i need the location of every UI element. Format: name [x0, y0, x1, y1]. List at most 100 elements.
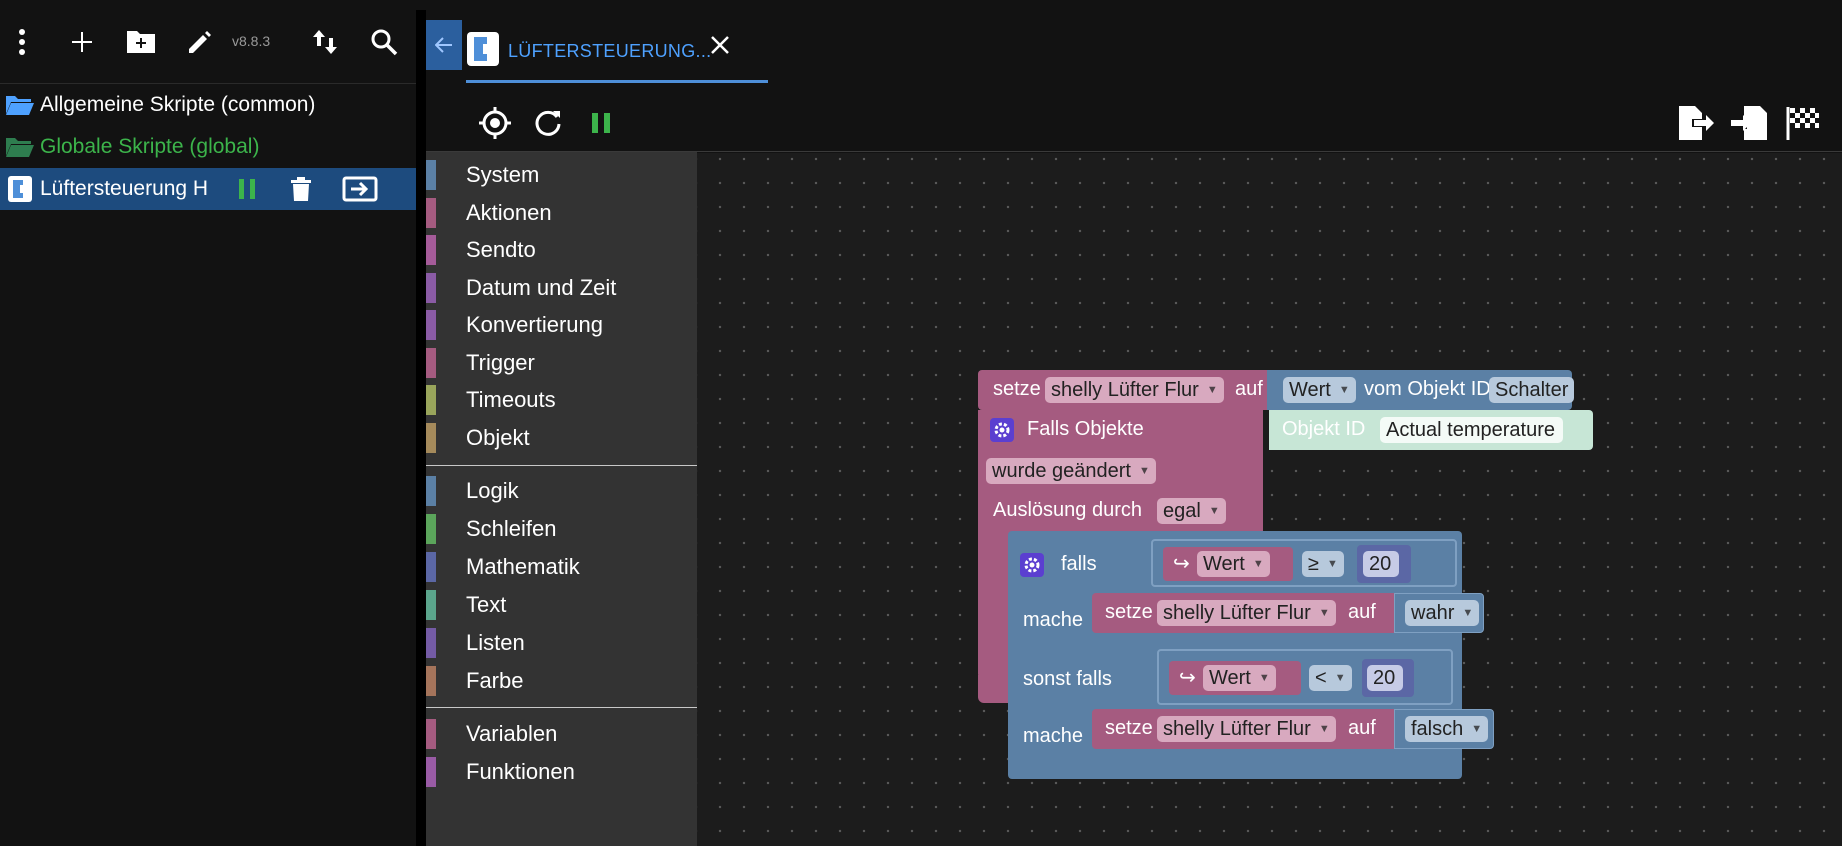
category-timeouts[interactable]: Timeouts: [426, 383, 697, 417]
import-blocks-icon[interactable]: [1730, 104, 1768, 142]
category-farbe[interactable]: Farbe: [426, 664, 697, 698]
category-aktionen[interactable]: Aktionen: [426, 196, 697, 230]
add-icon[interactable]: [62, 22, 102, 62]
category-logik[interactable]: Logik: [426, 474, 697, 508]
dropdown-value: wurde geändert: [992, 459, 1131, 482]
folder-open-icon: [4, 91, 36, 119]
category-mathematik[interactable]: Mathematik: [426, 550, 697, 584]
dropdown-arrow-icon: ▼: [1258, 672, 1270, 684]
export-icon[interactable]: [342, 174, 378, 204]
toolbox-separator: [426, 465, 697, 466]
category-listen[interactable]: Listen: [426, 626, 697, 660]
category-color: [426, 160, 436, 190]
category-label: Sendto: [466, 237, 536, 262]
variable-dropdown[interactable]: shelly Lüfter Flur ▼: [1045, 377, 1224, 403]
toolbox-separator: [426, 707, 697, 708]
category-objekt[interactable]: Objekt: [426, 421, 697, 455]
editor-main: LÜFTERSTEUERUNG... System Aktionen Sendt…: [426, 0, 1842, 846]
variable-dropdown[interactable]: shelly Lüfter Flur ▼: [1157, 716, 1336, 742]
dropdown-arrow-icon: ▼: [1318, 607, 1330, 619]
block-text: auf: [1348, 601, 1376, 623]
category-funktionen[interactable]: Funktionen: [426, 755, 697, 789]
search-icon[interactable]: [364, 22, 404, 62]
tree-script-lueftersteuerung[interactable]: Lüftersteuerung H: [0, 168, 416, 210]
dropdown-value: Schalter: [1495, 378, 1569, 401]
category-system[interactable]: System: [426, 158, 697, 192]
category-konvertierung[interactable]: Konvertierung: [426, 308, 697, 342]
blockly-workspace[interactable]: setze shelly Lüfter Flur ▼ auf Wert ▼ vom …: [697, 153, 1842, 846]
category-text[interactable]: Text: [426, 588, 697, 622]
block-text: Falls Objekte: [1027, 418, 1144, 440]
blockly-toolbox: System Aktionen Sendto Datum und Zeit Ko…: [426, 152, 697, 846]
category-label: Variablen: [466, 721, 558, 746]
export-blocks-icon[interactable]: [1676, 104, 1714, 142]
value-type-dropdown[interactable]: Wert ▼: [1283, 377, 1356, 403]
category-schleifen[interactable]: Schleifen: [426, 512, 697, 546]
back-arrow-icon[interactable]: [426, 20, 462, 70]
category-label: Konvertierung: [466, 312, 603, 337]
category-color: [426, 235, 436, 265]
trigger-mode-dropdown[interactable]: wurde geändert ▼: [986, 458, 1156, 484]
arrow-return-icon: ↪: [1173, 553, 1190, 575]
variable-dropdown[interactable]: shelly Lüfter Flur ▼: [1157, 600, 1336, 626]
dropdown-arrow-icon: ▼: [1206, 384, 1218, 396]
category-color: [426, 273, 436, 303]
tree-folder-common[interactable]: Allgemeine Skripte (common): [0, 84, 416, 126]
tree-folder-global[interactable]: Globale Skripte (global): [0, 126, 416, 168]
operator-dropdown[interactable]: ≥ ▼: [1302, 551, 1344, 577]
dropdown-value: shelly Lüfter Flur: [1163, 601, 1311, 624]
number-field[interactable]: 20: [1367, 665, 1404, 691]
operator-dropdown[interactable]: < ▼: [1309, 665, 1352, 691]
trigger-source-dropdown[interactable]: egal ▼: [1157, 498, 1226, 524]
app-root: v8.8.3 Allgemeine Skripte (common) Globa…: [0, 0, 1842, 846]
arrow-return-icon: ↪: [1179, 667, 1196, 689]
tree-item-label: Lüftersteuerung H: [40, 177, 209, 200]
tab-bar: LÜFTERSTEUERUNG...: [426, 0, 1842, 86]
check-flag-icon[interactable]: [1784, 104, 1822, 142]
refresh-icon[interactable]: [529, 104, 567, 142]
category-color: [426, 666, 436, 696]
blockly-script-icon: [466, 31, 500, 72]
boolean-dropdown[interactable]: wahr ▼: [1405, 600, 1480, 626]
sidebar-divider: [416, 10, 426, 846]
locate-icon[interactable]: [476, 104, 514, 142]
gear-icon[interactable]: [990, 418, 1014, 442]
gear-icon[interactable]: [1020, 553, 1044, 577]
more-vert-icon[interactable]: [2, 22, 42, 62]
variable-dropdown[interactable]: Wert ▼: [1203, 665, 1276, 691]
object-id-field[interactable]: Actual temperature: [1380, 417, 1563, 443]
number-value: 20: [1373, 666, 1396, 689]
category-label: Objekt: [466, 425, 530, 450]
block-text: falls: [1061, 553, 1097, 575]
number-field[interactable]: 20: [1363, 551, 1400, 577]
boolean-dropdown[interactable]: falsch ▼: [1405, 716, 1489, 742]
category-color: [426, 423, 436, 453]
edit-icon[interactable]: [180, 22, 220, 62]
pause-icon[interactable]: [582, 104, 620, 142]
tree-item-label: Globale Skripte (global): [40, 135, 260, 158]
dropdown-value: ≥: [1308, 552, 1319, 575]
new-folder-icon[interactable]: [121, 22, 161, 62]
script-sidebar: v8.8.3 Allgemeine Skripte (common) Globa…: [0, 0, 416, 846]
category-datum-und-zeit[interactable]: Datum und Zeit: [426, 271, 697, 305]
close-icon[interactable]: [708, 33, 732, 57]
tab-lueftersteuerung[interactable]: LÜFTERSTEUERUNG...: [466, 20, 806, 82]
block-text: auf: [1348, 717, 1376, 739]
category-label: Schleifen: [466, 516, 557, 541]
variable-dropdown[interactable]: Wert ▼: [1197, 551, 1270, 577]
category-sendto[interactable]: Sendto: [426, 233, 697, 267]
editor-toolbar: [426, 92, 1842, 152]
category-variablen[interactable]: Variablen: [426, 717, 697, 751]
category-color: [426, 552, 436, 582]
dropdown-value: shelly Lüfter Flur: [1051, 378, 1199, 401]
category-color: [426, 757, 436, 787]
blockly-script-icon: [4, 175, 36, 203]
sort-icon[interactable]: [305, 22, 345, 62]
pause-icon[interactable]: [236, 174, 258, 204]
category-label: Trigger: [466, 350, 535, 375]
category-trigger[interactable]: Trigger: [426, 346, 697, 380]
category-label: Datum und Zeit: [466, 275, 617, 300]
object-id-field[interactable]: Schalter: [1489, 377, 1575, 403]
tab-title: LÜFTERSTEUERUNG...: [508, 40, 712, 61]
delete-icon[interactable]: [288, 174, 314, 204]
